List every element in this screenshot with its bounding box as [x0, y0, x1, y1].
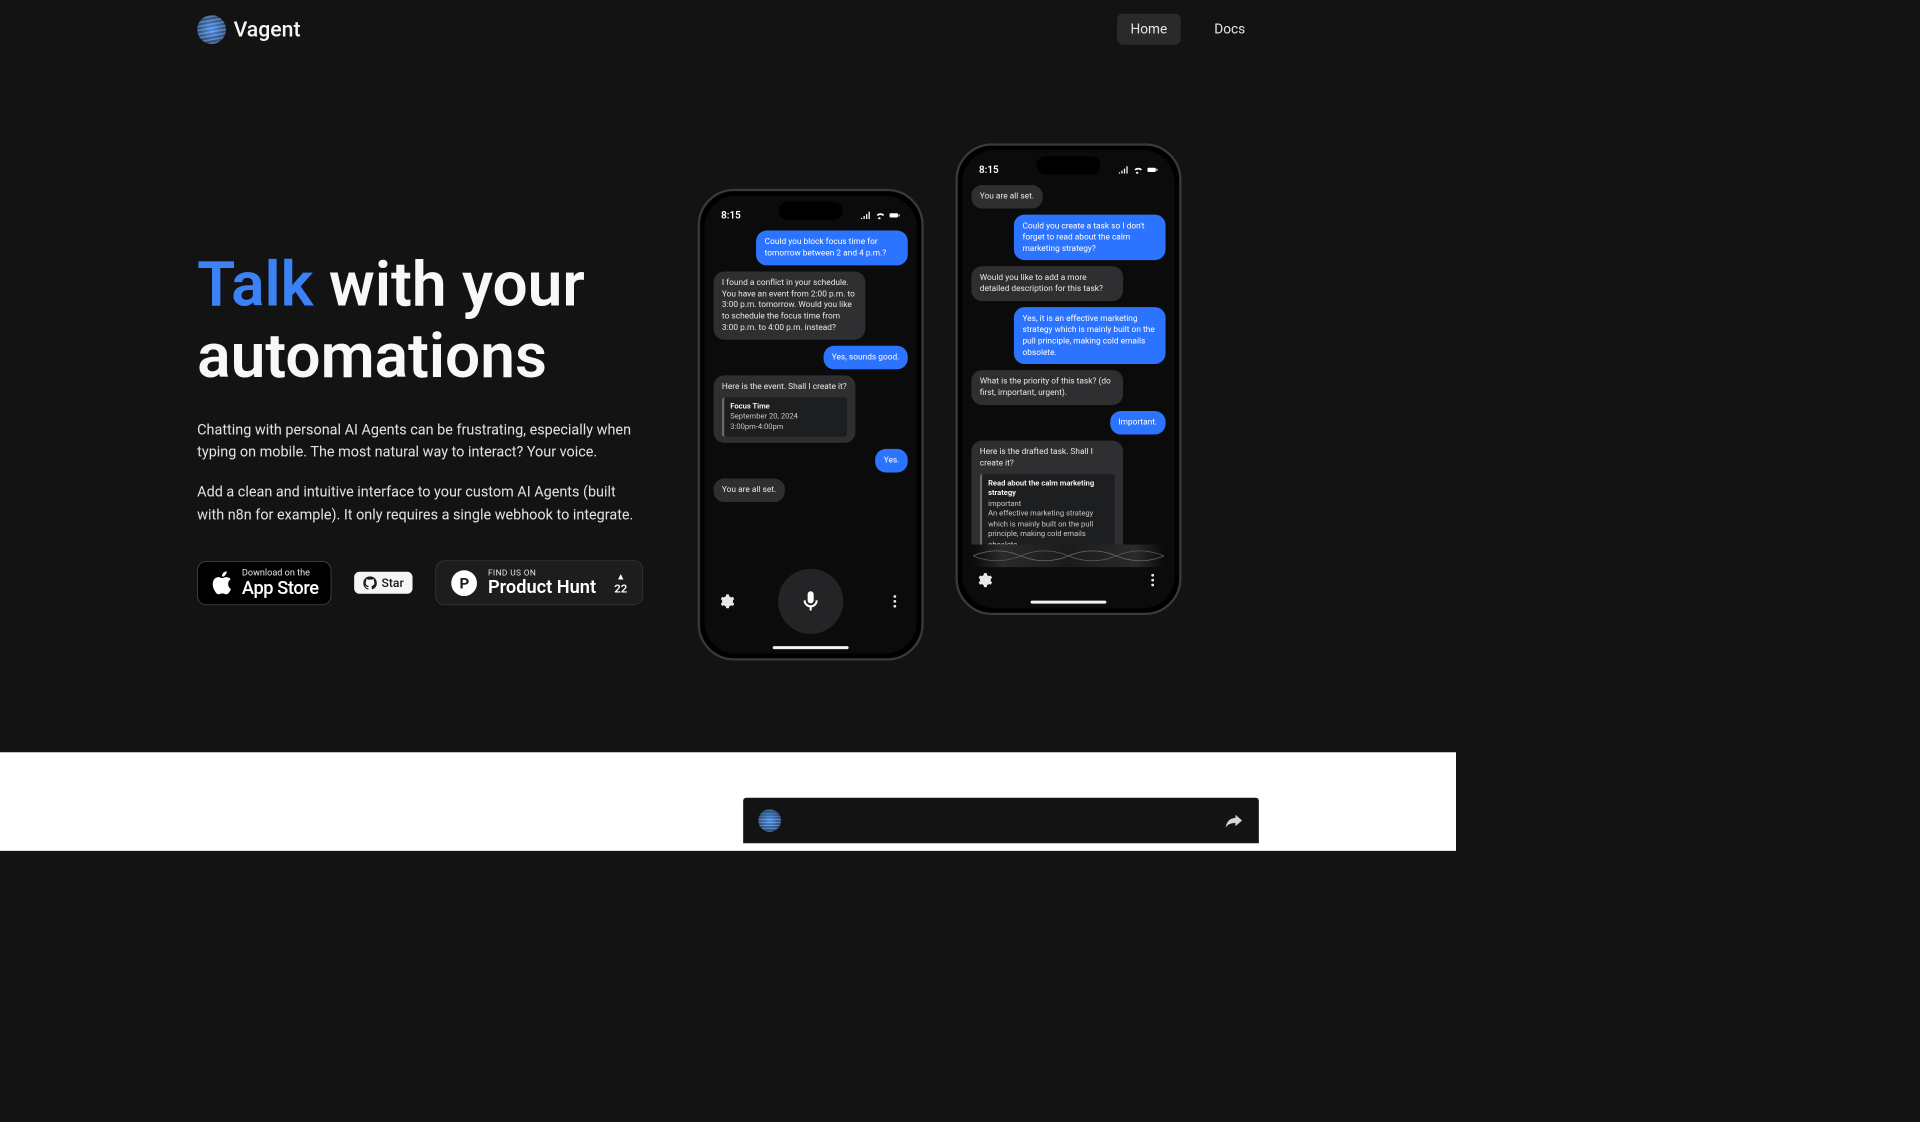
chat-msg-bot: What is the priority of this task? (do f… [971, 370, 1122, 405]
signal-icon [861, 212, 872, 220]
status-time: 8:15 [979, 164, 999, 175]
chat-msg-user: Yes, it is an effective marketing strate… [1014, 307, 1165, 364]
chat-msg-user: Yes. [875, 449, 907, 472]
appstore-button[interactable]: Download on the App Store [197, 561, 331, 605]
upvote-caret-icon: ▲ [616, 571, 625, 582]
event-card: Focus Time September 20, 2024 3:00pm-4:0… [722, 397, 847, 437]
signal-icon [1119, 166, 1130, 174]
phone-mockup-left: 8:15 Could you block focus time for tomo… [698, 189, 924, 661]
phone-notch [1037, 156, 1101, 174]
battery-icon [1147, 166, 1158, 174]
hero-paragraph-2: Add a clean and intuitive interface to y… [197, 481, 637, 526]
sphere-icon [197, 15, 226, 44]
gear-icon[interactable] [976, 572, 993, 589]
battery-icon [890, 212, 901, 220]
chat-msg-user: Important. [1110, 411, 1166, 434]
chat-msg-bot: You are all set. [971, 185, 1042, 208]
wifi-icon [875, 212, 886, 220]
hero-paragraph-1: Chatting with personal AI Agents can be … [197, 418, 637, 463]
video-embed-header[interactable] [743, 798, 1259, 843]
mic-button[interactable] [778, 569, 843, 634]
mic-icon [799, 589, 823, 613]
github-icon [363, 576, 377, 590]
github-star-label: Star [382, 576, 404, 590]
chat-msg-bot: You are all set. [714, 478, 785, 501]
apple-icon [210, 570, 233, 596]
chat-msg-user: Yes, sounds good. [823, 346, 907, 369]
chat-msg-bot: I found a conflict in your schedule. You… [714, 271, 865, 339]
chat-msg-bot: Here is the drafted task. Shall I create… [971, 441, 1122, 545]
producthunt-icon: P [452, 570, 478, 596]
chat-msg-bot: Here is the event. Shall I create it? Fo… [714, 375, 855, 443]
kebab-menu-icon[interactable] [1144, 572, 1161, 589]
share-icon[interactable] [1224, 811, 1244, 831]
gear-icon[interactable] [718, 593, 735, 610]
page-headline: Talk with your automations [197, 249, 667, 392]
appstore-big-text: App Store [242, 578, 319, 598]
task-card: Read about the calm marketing strategy i… [980, 474, 1115, 545]
chat-msg-user: Could you create a task so I don't forge… [1014, 214, 1165, 260]
ph-vote-count: 22 [614, 581, 627, 595]
home-indicator [1031, 601, 1107, 604]
brand-logo[interactable]: Vagent [197, 15, 300, 44]
status-icons [1119, 166, 1158, 174]
phone-mockup-right: 8:15 You are all set. Could you create a… [955, 143, 1181, 615]
audio-waveform [973, 544, 1164, 567]
ph-big-text: Product Hunt [488, 578, 596, 597]
nav-home[interactable]: Home [1117, 14, 1181, 45]
chat-msg-user: Could you block focus time for tomorrow … [756, 231, 907, 266]
chat-msg-bot: Would you like to add a more detailed de… [971, 266, 1122, 301]
home-indicator [773, 646, 849, 649]
producthunt-button[interactable]: P FIND US ON Product Hunt ▲ 22 [436, 561, 644, 606]
wifi-icon [1133, 166, 1144, 174]
status-icons [861, 212, 900, 220]
sphere-icon [758, 809, 781, 832]
kebab-menu-icon[interactable] [886, 593, 903, 610]
github-star-button[interactable]: Star [354, 572, 413, 594]
brand-name: Vagent [234, 17, 301, 42]
nav-docs[interactable]: Docs [1201, 14, 1259, 45]
phone-notch [779, 202, 843, 220]
status-time: 8:15 [721, 210, 741, 221]
headline-accent: Talk [197, 249, 313, 322]
